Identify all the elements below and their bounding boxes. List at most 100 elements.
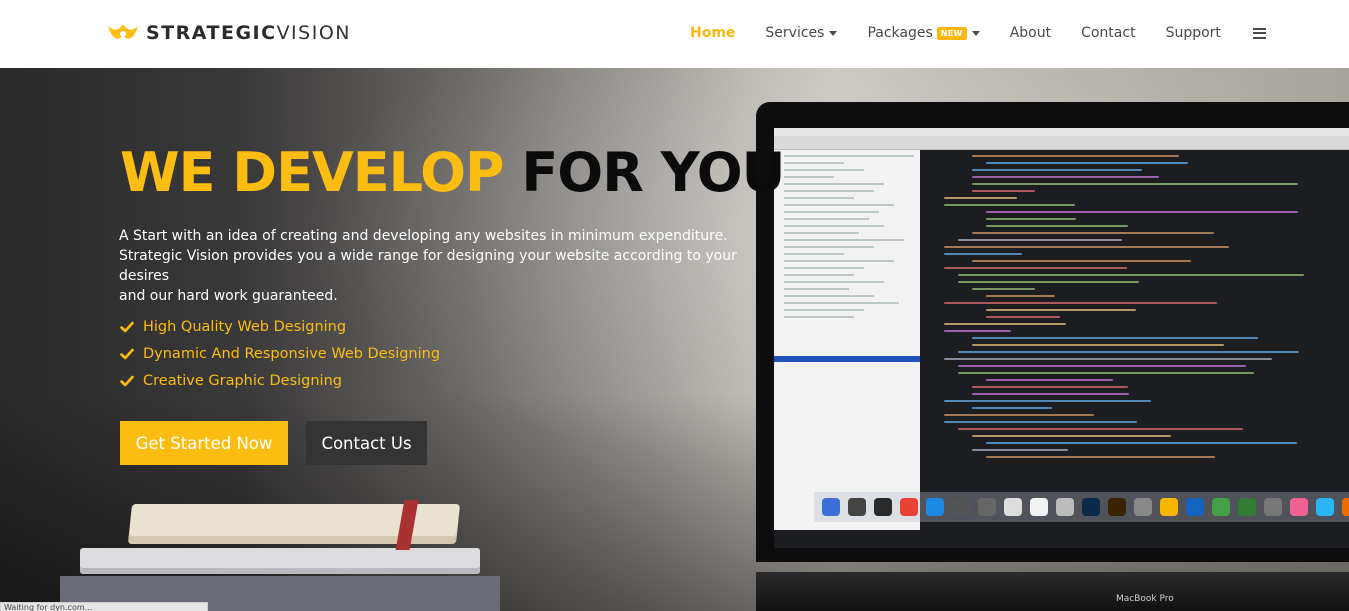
dock-app-icon [1134,498,1152,516]
code-line [972,176,1159,178]
nav-services[interactable]: Services [765,25,838,41]
code-line [958,365,1246,367]
dock-app-icon [1160,498,1178,516]
code-line [944,197,1017,199]
feature-item: High Quality Web Designing [120,313,440,340]
code-line [986,379,1113,381]
dock-app-icon [1264,498,1282,516]
check-icon [120,375,134,386]
hero-intro: A Start with an idea of creating and dev… [119,226,759,306]
code-line [972,260,1191,262]
code-line [986,225,1128,227]
dock-app-icon [1186,498,1204,516]
code-line [944,204,1075,206]
dock-app-icon [1342,498,1349,516]
dock-app-icon [1108,498,1126,516]
dock-app-icon [874,498,892,516]
intro-line: and our hard work guaranteed. [119,288,338,304]
code-line [972,183,1298,185]
laptop-image: MacBook Pro [756,102,1349,611]
code-line [958,428,1243,430]
code-line [986,218,1076,220]
feature-item: Creative Graphic Designing [120,367,440,394]
hero-headline: WE DEVELOP FOR YOU [120,140,786,206]
caret-down-icon [971,30,980,36]
dock-app-icon [822,498,840,516]
code-line [958,239,1122,241]
browser-status-bar: Waiting for dyn.com... [0,602,208,611]
dock-app-icon [952,498,970,516]
code-line [944,267,1127,269]
headline-rest: FOR YOU [521,141,785,204]
check-icon [120,321,134,332]
code-line [944,330,1011,332]
code-line [972,449,1068,451]
code-line [972,344,1224,346]
dock-app-icon [1316,498,1334,516]
intro-line: A Start with an idea of creating and dev… [119,228,728,244]
code-line [958,281,1139,283]
nav-support[interactable]: Support [1166,25,1221,41]
code-line [944,302,1217,304]
code-line [944,323,1066,325]
dock-app-icon [1030,498,1048,516]
dock-app-icon [1212,498,1230,516]
dock-app-icon [1004,498,1022,516]
code-line [944,358,1272,360]
code-line [972,435,1171,437]
feature-item: Dynamic And Responsive Web Designing [120,340,440,367]
code-line [972,169,1142,171]
feature-list: High Quality Web Designing Dynamic And R… [120,313,440,394]
code-line [972,190,1035,192]
code-line [972,386,1128,388]
contact-us-button[interactable]: Contact Us [306,421,427,465]
mac-dock [814,492,1349,522]
headline-accent: WE DEVELOP [120,141,505,204]
code-line [972,337,1258,339]
site-logo[interactable]: STRATEGICVISION [106,20,351,46]
dock-app-icon [900,498,918,516]
code-line [944,421,1137,423]
dock-app-icon [1290,498,1308,516]
dock-app-icon [1238,498,1256,516]
dock-app-icon [926,498,944,516]
code-lines [924,150,1349,490]
nav-contact[interactable]: Contact [1081,25,1135,41]
code-line [986,211,1298,213]
nav-home[interactable]: Home [690,25,735,41]
code-line [944,253,1022,255]
code-line [958,372,1254,374]
dock-app-icon [1082,498,1100,516]
dock-app-icon [978,498,996,516]
code-editor-screen [774,128,1349,548]
check-icon [120,348,134,359]
logo-wordmark: STRATEGICVISION [146,22,351,44]
laptop-label: MacBook Pro [1116,594,1174,604]
code-line [986,309,1136,311]
nav-about[interactable]: About [1010,25,1051,41]
code-line [972,155,1179,157]
code-line [972,232,1214,234]
file-tree-panel [774,150,920,530]
code-line [944,414,1094,416]
dock-app-icon [848,498,866,516]
intro-line: Strategic Vision provides you a wide ran… [119,248,737,284]
caret-down-icon [829,30,838,36]
book-stack-image [60,498,500,611]
code-line [986,295,1055,297]
code-line [986,162,1188,164]
new-badge: NEW [936,26,967,40]
code-line [986,456,1215,458]
nav-packages[interactable]: Packages NEW [867,25,980,41]
code-line [972,393,1129,395]
code-line [972,288,1035,290]
site-header: STRATEGICVISION Home Services Packages NE… [0,0,1349,68]
get-started-button[interactable]: Get Started Now [120,421,288,465]
code-line [944,246,1229,248]
code-line [958,274,1304,276]
code-line [986,442,1297,444]
code-line [986,316,1060,318]
hamburger-icon[interactable] [1252,27,1266,39]
code-line [958,351,1299,353]
main-nav: Home Services Packages NEW About Contact … [690,22,1266,44]
